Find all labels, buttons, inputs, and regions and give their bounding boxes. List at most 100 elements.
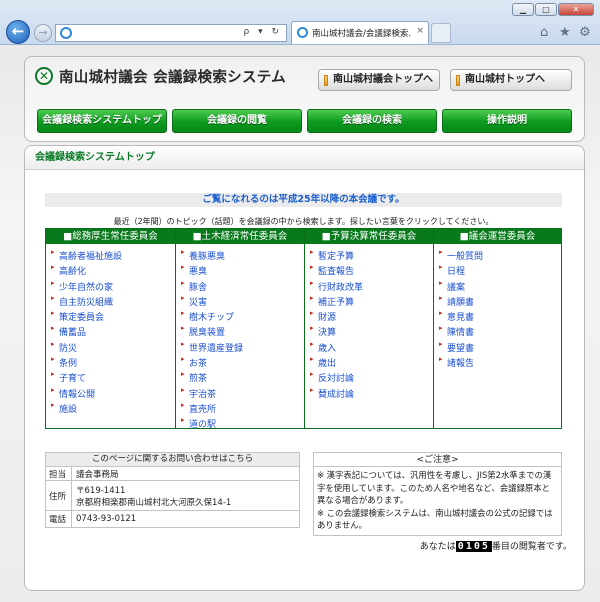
topic-link[interactable]: 意見書 — [439, 309, 561, 325]
topic-link[interactable]: 諸報告 — [439, 355, 561, 371]
topic-link[interactable]: 財源 — [310, 309, 433, 325]
topic-list: 暫定予算監査報告行財政改革補正予算財源決算歳入歳出反対討論賛成討論 — [305, 244, 433, 402]
contact-title: このページに関するお問い合わせはこちら — [46, 453, 299, 467]
topic-list: 高齢者福祉施設高齢化少年自然の家自主防災組織策定委員会備蓄品防災条例子育て情報公… — [46, 244, 175, 417]
topic-link[interactable]: 行財政改革 — [310, 279, 433, 295]
topic-link[interactable]: 反対討論 — [310, 370, 433, 386]
topic-link[interactable]: 少年自然の家 — [51, 279, 175, 295]
village-top-link[interactable]: 南山城村トップへ — [450, 69, 572, 91]
caution-title: <ご注意> — [314, 453, 561, 467]
topic-link[interactable]: 情報公開 — [51, 386, 175, 402]
contact-key: 住所 — [46, 481, 72, 510]
committee-column: ■予算決算常任委員会 暫定予算監査報告行財政改革補正予算財源決算歳入歳出反対討論… — [304, 229, 433, 428]
nav-system-top[interactable]: 会議録検索システムトップ — [37, 109, 167, 133]
topic-link[interactable]: 監査報告 — [310, 263, 433, 279]
caution-paragraph: ※ 漢字表記については、汎用性を考慮し、JIS第2水準までの漢字を使用しています… — [317, 470, 552, 505]
tab-close-icon[interactable]: × — [416, 26, 424, 36]
topic-link[interactable]: 要望書 — [439, 340, 561, 356]
topic-instructions: 最近（2年間）のトピック（話題）を会議録の中から検索します。探したい言葉をクリッ… — [113, 217, 494, 226]
home-icon[interactable]: ⌂ — [540, 25, 548, 40]
main-panel: 会議録検索システムトップ ご覧になれるのは平成25年以降の本会議です。 最近（2… — [24, 145, 585, 591]
topic-link[interactable]: 樹木チップ — [181, 309, 304, 325]
nav-search[interactable]: 会議録の検索 — [307, 109, 437, 133]
topic-link[interactable]: 歳入 — [310, 340, 433, 356]
link-bar-icon — [324, 75, 328, 86]
tab-title: 南山城村議会/会議録検索... — [312, 29, 412, 39]
topic-link[interactable]: お茶 — [181, 355, 304, 371]
contact-key: 担当 — [46, 467, 72, 480]
topic-link[interactable]: 暫定予算 — [310, 248, 433, 264]
address-bar[interactable]: ρ ▾ ↻ — [55, 24, 287, 42]
topic-link[interactable]: 備蓄品 — [51, 324, 175, 340]
topic-link[interactable]: 議案 — [439, 279, 561, 295]
contact-key: 電話 — [46, 511, 72, 527]
committee-header: ■総務厚生常任委員会 — [46, 229, 175, 244]
contact-row: 担当 議会事務局 — [46, 467, 299, 481]
topic-link[interactable]: 策定委員会 — [51, 309, 175, 325]
link-bar-icon — [456, 75, 460, 86]
contact-value: 〒619-1411 京都府相楽郡南山城村北大河原久保14-1 — [76, 485, 232, 508]
assembly-top-link[interactable]: 南山城村議会トップへ — [318, 69, 440, 91]
site-title: 南山城村議会 会議録検索システム — [59, 70, 286, 86]
topic-link[interactable]: 歳出 — [310, 355, 433, 371]
window-controls: ▁ □ ✕ — [512, 3, 594, 16]
topic-link[interactable]: 直売所 — [181, 401, 304, 417]
back-button[interactable]: ← — [6, 20, 30, 44]
contact-row: 電話 0743-93-0121 — [46, 511, 299, 527]
committee-header: ■議会運営委員会 — [434, 229, 561, 244]
nav-browse[interactable]: 会議録の閲覧 — [172, 109, 302, 133]
topic-link[interactable]: 請願書 — [439, 294, 561, 310]
topic-link[interactable]: 補正予算 — [310, 294, 433, 310]
page-content: ✕ 南山城村議会 会議録検索システム 南山城村議会トップへ 南山城村トップへ 会… — [0, 45, 600, 602]
topic-link[interactable]: 脱臭装置 — [181, 324, 304, 340]
topic-link[interactable]: 養豚悪臭 — [181, 248, 304, 264]
topic-link[interactable]: 豚舎 — [181, 279, 304, 295]
contact-box: このページに関するお問い合わせはこちら 担当 議会事務局 住所 〒619-141… — [45, 452, 300, 528]
topic-link[interactable]: 日程 — [439, 263, 561, 279]
topic-link[interactable]: 災害 — [181, 294, 304, 310]
committee-column: ■土木経済常任委員会 養豚悪臭悪臭豚舎災害樹木チップ脱臭装置世界遺産登録お茶煎茶… — [175, 229, 304, 430]
topic-link[interactable]: 子育て — [51, 370, 175, 386]
contact-value: 議会事務局 — [76, 469, 119, 480]
maximize-button[interactable]: □ — [535, 3, 557, 16]
forward-button[interactable]: → — [34, 24, 52, 42]
page-title: 会議録検索システムトップ — [25, 146, 584, 170]
topic-link[interactable]: 決算 — [310, 324, 433, 340]
topic-link[interactable]: 条例 — [51, 355, 175, 371]
close-window-button[interactable]: ✕ — [558, 3, 594, 16]
topic-link[interactable]: 世界遺産登録 — [181, 340, 304, 356]
topic-link[interactable]: 悪臭 — [181, 263, 304, 279]
topic-link[interactable]: 施設 — [51, 401, 175, 417]
topic-link[interactable]: 宇治茶 — [181, 386, 304, 402]
caution-box: <ご注意> ※ 漢字表記については、汎用性を考慮し、JIS第2水準までの漢字を使… — [313, 452, 562, 536]
new-tab-button[interactable] — [431, 23, 451, 43]
committee-column: ■議会運営委員会 一般質問日程議案請願書意見書陳情書要望書諸報告 — [433, 229, 561, 428]
committee-header: ■土木経済常任委員会 — [176, 229, 304, 244]
counter-digits: 0105 — [455, 541, 492, 552]
topic-link[interactable]: 一般質問 — [439, 248, 561, 264]
topic-list: 養豚悪臭悪臭豚舎災害樹木チップ脱臭装置世界遺産登録お茶煎茶宇治茶直売所道の駅 — [176, 244, 304, 433]
browser-tab[interactable]: 南山城村議会/会議録検索... × — [291, 21, 429, 44]
committee-column: ■総務厚生常任委員会 高齢者福祉施設高齢化少年自然の家自主防災組織策定委員会備蓄… — [46, 229, 175, 428]
topic-link[interactable]: 道の駅 — [181, 416, 304, 432]
address-tools[interactable]: ρ ▾ ↻ — [244, 27, 283, 37]
caution-paragraph: ※ この会議録検索システムは、南山城村議会の公式の記録ではありません。 — [317, 507, 553, 531]
topic-link[interactable]: 煎茶 — [181, 370, 304, 386]
topic-link[interactable]: 防災 — [51, 340, 175, 356]
topic-link[interactable]: 自主防災組織 — [51, 294, 175, 310]
topic-link[interactable]: 陳情書 — [439, 324, 561, 340]
committee-header: ■予算決算常任委員会 — [305, 229, 433, 244]
contact-value: 0743-93-0121 — [76, 514, 137, 524]
contact-row: 住所 〒619-1411 京都府相楽郡南山城村北大河原久保14-1 — [46, 481, 299, 511]
nav-help[interactable]: 操作説明 — [442, 109, 572, 133]
topic-link[interactable]: 賛成討論 — [310, 386, 433, 402]
committee-topic-table: ■総務厚生常任委員会 高齢者福祉施設高齢化少年自然の家自主防災組織策定委員会備蓄… — [45, 228, 562, 430]
browser-chrome: ▁ □ ✕ ← → ρ ▾ ↻ 南山城村議会/会議録検索... × ⌂ ★ ⚙ — [0, 0, 600, 45]
ie-logo-icon — [60, 27, 72, 39]
minimize-button[interactable]: ▁ — [512, 3, 534, 16]
favorites-icon[interactable]: ★ — [559, 25, 571, 40]
settings-icon[interactable]: ⚙ — [579, 25, 591, 40]
topic-link[interactable]: 高齢者福祉施設 — [51, 248, 175, 264]
ie-favicon-icon — [297, 27, 308, 38]
topic-link[interactable]: 高齢化 — [51, 263, 175, 279]
